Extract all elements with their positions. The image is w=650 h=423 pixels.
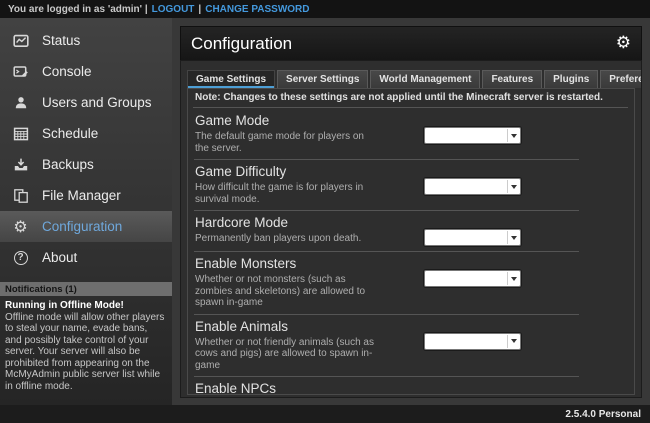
setting-name: Game Difficulty <box>195 163 376 180</box>
settings-list: Game Mode The default game mode for playe… <box>193 108 634 395</box>
version-label: 2.5.4.0 Personal <box>565 409 641 420</box>
backups-icon <box>12 156 29 173</box>
setting-info: Enable Monsters Whether or not monsters (… <box>195 255 376 309</box>
panel-body: Game SettingsServer SettingsWorld Manage… <box>180 60 642 398</box>
footer-bar: 2.5.4.0 Personal <box>0 405 650 423</box>
sidebar-item-label: Console <box>42 64 92 79</box>
restart-note: Note: Changes to these settings are not … <box>193 89 628 108</box>
topbar-separator: | <box>198 4 201 15</box>
gear-icon: ⚙ <box>12 218 29 235</box>
notification-text: Offline mode will allow other players to… <box>5 312 166 393</box>
logout-link[interactable]: LOGOUT <box>152 4 195 15</box>
sidebar-item-users-and-groups[interactable]: Users and Groups <box>0 87 172 118</box>
sidebar-item-label: Status <box>42 33 80 48</box>
setting-name: Enable NPCs <box>195 380 376 395</box>
change-password-link[interactable]: CHANGE PASSWORD <box>205 4 309 15</box>
enable-animals-select[interactable] <box>424 333 521 350</box>
sidebar-menu: Status Console Users and Groups Schedule Bac… <box>0 18 172 273</box>
sidebar-item-status[interactable]: Status <box>0 25 172 56</box>
setting-name: Enable Animals <box>195 318 376 335</box>
console-icon <box>12 63 29 80</box>
setting-control <box>376 163 521 205</box>
dropdown-arrow-icon <box>507 335 519 348</box>
setting-row-game-difficulty: Game Difficulty How difficult the game is… <box>193 159 634 210</box>
sidebar-item-about[interactable]: ? About <box>0 242 172 273</box>
setting-name: Enable Monsters <box>195 255 376 272</box>
setting-description: Permanently ban players upon death. <box>195 233 376 245</box>
setting-control <box>376 380 521 395</box>
setting-row-game-mode: Game Mode The default game mode for playe… <box>193 108 634 159</box>
setting-row-hardcore-mode: Hardcore Mode Permanently ban players upo… <box>193 210 634 251</box>
tab-game-settings[interactable]: Game Settings <box>187 70 275 88</box>
dropdown-arrow-icon <box>507 180 519 193</box>
sidebar-item-label: About <box>42 250 77 265</box>
question-icon: ? <box>12 249 29 266</box>
setting-control <box>376 112 521 154</box>
tab-world-management[interactable]: World Management <box>370 70 480 88</box>
setting-info: Enable NPCsWhether or not friendly mobs … <box>195 380 376 395</box>
dropdown-arrow-icon <box>507 129 519 142</box>
tab-server-settings[interactable]: Server Settings <box>277 70 368 88</box>
tab-features[interactable]: Features <box>482 70 542 88</box>
setting-row-enable-animals: Enable Animals Whether or not friendly an… <box>193 314 634 377</box>
settings-content-box: Note: Changes to these settings are not … <box>187 88 635 395</box>
setting-control <box>376 214 521 246</box>
setting-control <box>376 318 521 372</box>
dropdown-arrow-icon <box>507 272 519 285</box>
setting-name: Hardcore Mode <box>195 214 376 231</box>
file-manager-icon <box>12 187 29 204</box>
notifications-body: Running in Offline Mode! Offline mode wi… <box>0 296 172 392</box>
tab-plugins[interactable]: Plugins <box>544 70 598 88</box>
tab-preferences[interactable]: Preferences <box>600 70 642 88</box>
setting-info: Game Mode The default game mode for playe… <box>195 112 376 154</box>
setting-info: Hardcore Mode Permanently ban players upo… <box>195 214 376 246</box>
game-difficulty-select[interactable] <box>424 178 521 195</box>
main-area: Configuration ⚙ Game SettingsServer Sett… <box>172 18 650 405</box>
setting-row-enable-npcs: Enable NPCsWhether or not friendly mobs … <box>193 376 634 395</box>
panel-header: Configuration ⚙ <box>180 26 642 60</box>
sidebar-item-configuration[interactable]: ⚙ Configuration <box>0 211 172 242</box>
setting-name: Game Mode <box>195 112 376 129</box>
page-title: Configuration <box>191 34 292 54</box>
setting-description: The default game mode for players on the… <box>195 131 376 154</box>
setting-description: How difficult the game is for players in… <box>195 182 376 205</box>
users-icon <box>12 94 29 111</box>
sidebar-item-label: Schedule <box>42 126 98 141</box>
setting-description: Whether or not friendly animals (such as… <box>195 337 376 372</box>
tab-row: Game SettingsServer SettingsWorld Manage… <box>187 70 635 88</box>
logged-in-text: You are logged in as 'admin' | <box>8 4 148 15</box>
setting-description: Whether or not monsters (such as zombies… <box>195 274 376 309</box>
sidebar-item-label: File Manager <box>42 188 121 203</box>
setting-info: Enable Animals Whether or not friendly an… <box>195 318 376 372</box>
sidebar-item-backups[interactable]: Backups <box>0 149 172 180</box>
notification-title: Running in Offline Mode! <box>5 300 166 312</box>
hardcore-mode-select[interactable] <box>424 229 521 246</box>
setting-row-enable-monsters: Enable Monsters Whether or not monsters (… <box>193 251 634 314</box>
sidebar-item-label: Backups <box>42 157 94 172</box>
schedule-icon <box>12 125 29 142</box>
sidebar-item-label: Users and Groups <box>42 95 152 110</box>
notifications-header: Notifications (1) <box>0 282 172 296</box>
gear-icon[interactable]: ⚙ <box>616 35 631 52</box>
status-chart-icon <box>12 32 29 49</box>
game-mode-select[interactable] <box>424 127 521 144</box>
setting-info: Game Difficulty How difficult the game is… <box>195 163 376 205</box>
sidebar-item-file-manager[interactable]: File Manager <box>0 180 172 211</box>
dropdown-arrow-icon <box>507 231 519 244</box>
sidebar: Status Console Users and Groups Schedule Bac… <box>0 18 172 405</box>
sidebar-item-label: Configuration <box>42 219 122 234</box>
sidebar-item-console[interactable]: Console <box>0 56 172 87</box>
setting-control <box>376 255 521 309</box>
topbar: You are logged in as 'admin' | LOGOUT | … <box>0 0 650 18</box>
enable-monsters-select[interactable] <box>424 270 521 287</box>
sidebar-item-schedule[interactable]: Schedule <box>0 118 172 149</box>
